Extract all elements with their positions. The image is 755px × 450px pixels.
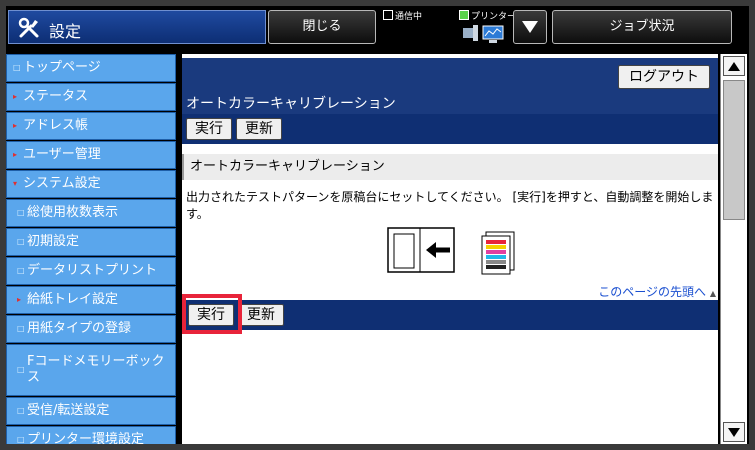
page-top-link[interactable]: このページの先頭へ ▲ — [598, 283, 716, 300]
square-bullet-icon: □ — [13, 63, 21, 72]
scroll-down-button[interactable] — [723, 422, 745, 442]
job-status-button[interactable]: ジョブ状況 — [552, 10, 732, 44]
execute-button-top[interactable]: 実行 — [186, 118, 232, 140]
arrow-right-icon: ▸ — [13, 92, 18, 101]
arrow-right-icon: ▸ — [13, 150, 18, 159]
triangle-up-icon: ▲ — [709, 289, 716, 298]
instruction-text: 出力されたテストパターンを原稿台にセットしてください。 [実行]を押すと、自動調… — [186, 190, 714, 221]
triangle-up-icon — [728, 62, 740, 71]
scrollbar[interactable] — [720, 54, 747, 444]
top-action-bar: 実行 更新 — [182, 114, 718, 144]
highlight-box — [182, 294, 242, 334]
sidebar: □ トップページ ▸ ステータス ▸ アドレス帳 ▸ ユーザー管理 ▾ システム設定 □ 総… — [6, 54, 176, 444]
square-bullet-icon: □ — [17, 324, 25, 333]
page-header: ログアウト オートカラーキャリブレーション — [182, 58, 718, 114]
sidebar-item-system-settings[interactable]: ▾ システム設定 — [6, 170, 176, 198]
square-bullet-icon: □ — [17, 266, 25, 275]
printer-status: プリンター — [459, 9, 516, 22]
sidebar-item-data-list-print[interactable]: □ データリストプリント — [6, 257, 176, 285]
update-button-top[interactable]: 更新 — [236, 118, 282, 140]
square-bullet-icon: □ — [17, 365, 25, 374]
screen-frame: 設定 閉じる 通信中 プリンター ジョブ状況 □ トップページ ▸ ステータス ▸ ア… — [6, 6, 749, 444]
printer-status-icon — [459, 10, 469, 20]
square-bullet-icon: □ — [17, 406, 25, 415]
sidebar-item-paper-tray[interactable]: ▸ 給紙トレイ設定 — [6, 286, 176, 314]
comm-status: 通信中 — [383, 9, 422, 22]
square-bullet-icon: □ — [17, 237, 25, 246]
close-button[interactable]: 閉じる — [268, 10, 376, 44]
page-title: オートカラーキャリブレーション — [186, 96, 396, 112]
tools-icon — [18, 17, 39, 38]
sidebar-item-paper-type[interactable]: □ 用紙タイプの登録 — [6, 315, 176, 343]
status-indicators: 通信中 プリンター — [381, 8, 516, 46]
sidebar-item-top-page[interactable]: □ トップページ — [6, 54, 176, 82]
arrow-right-icon: ▸ — [17, 295, 22, 304]
section-heading: オートカラーキャリブレーション — [182, 154, 718, 180]
checkbox-icon — [383, 10, 393, 20]
scroll-up-button[interactable] — [723, 56, 745, 76]
sidebar-item-receive-forward[interactable]: □ 受信/転送設定 — [6, 397, 176, 425]
scroll-thumb[interactable] — [723, 80, 745, 220]
dropdown-button[interactable] — [513, 10, 547, 44]
logout-button[interactable]: ログアウト — [618, 65, 710, 89]
sidebar-item-address-book[interactable]: ▸ アドレス帳 — [6, 112, 176, 140]
screen-title: 設定 — [49, 22, 82, 41]
calibration-diagram-icon — [387, 227, 515, 275]
triangle-down-icon — [728, 428, 740, 437]
arrow-down-icon: ▾ — [13, 179, 18, 188]
sidebar-item-f-code-box[interactable]: □ Fコードメモリーボックス — [6, 344, 176, 396]
settings-title: 設定 — [8, 10, 266, 44]
main-content: ログアウト オートカラーキャリブレーション 実行 更新 オートカラーキャリブレー… — [182, 54, 718, 444]
sidebar-item-status[interactable]: ▸ ステータス — [6, 83, 176, 111]
sidebar-item-default-settings[interactable]: □ 初期設定 — [6, 228, 176, 256]
square-bullet-icon: □ — [17, 435, 25, 444]
sidebar-item-total-count[interactable]: □ 総使用枚数表示 — [6, 199, 176, 227]
sidebar-item-user-management[interactable]: ▸ ユーザー管理 — [6, 141, 176, 169]
update-button-bottom[interactable]: 更新 — [238, 304, 284, 326]
arrow-right-icon: ▸ — [13, 121, 18, 130]
top-bar: 設定 閉じる 通信中 プリンター ジョブ状況 — [6, 6, 749, 48]
square-bullet-icon: □ — [17, 208, 25, 217]
triangle-down-icon — [522, 21, 538, 33]
sidebar-item-printer-settings[interactable]: □ プリンター環境設定 — [6, 426, 176, 444]
network-pc-icon — [463, 25, 504, 43]
bottom-action-bar: 実行 更新 — [182, 300, 718, 330]
